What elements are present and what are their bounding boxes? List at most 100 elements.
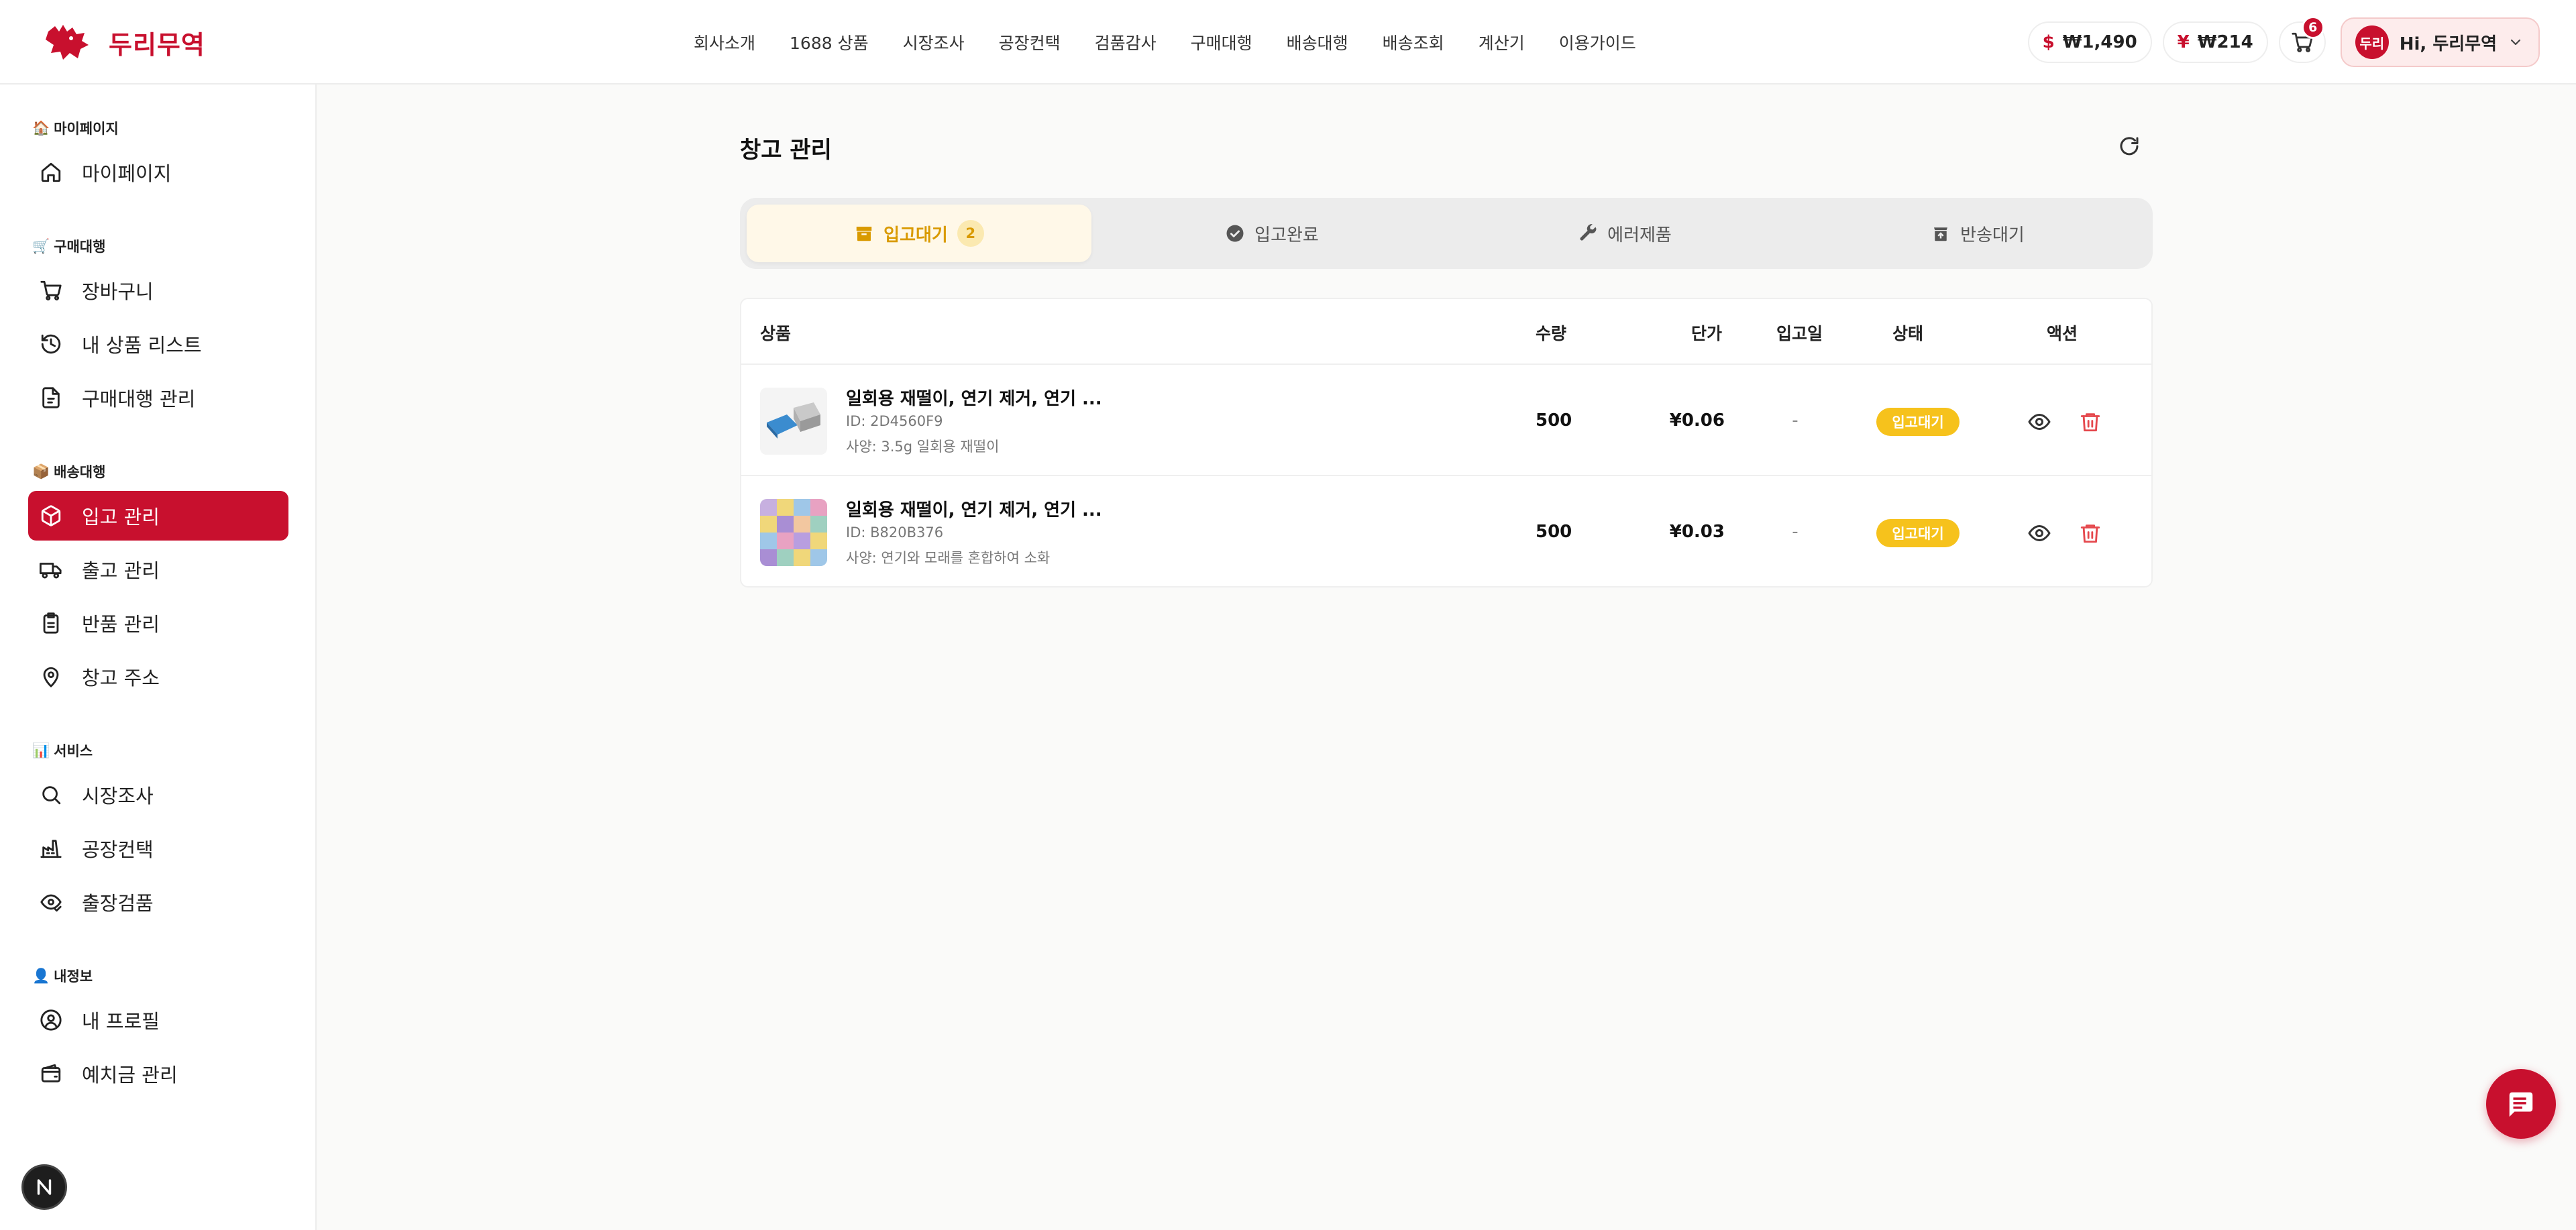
eye-check-icon <box>38 889 64 915</box>
search-icon <box>38 781 64 808</box>
view-button[interactable] <box>2025 408 2053 436</box>
sidebar-item-purchase-manage[interactable]: 구매대행 관리 <box>28 373 288 423</box>
row-divider <box>741 475 2151 476</box>
sidebar-item-outbound[interactable]: 출고 관리 <box>28 545 288 594</box>
tab-pending-inbound[interactable]: 입고대기 2 <box>747 205 1091 262</box>
nav-item-guide[interactable]: 이용가이드 <box>1559 30 1636 54</box>
col-header-action: 액션 <box>2047 324 2078 343</box>
nav-item-purchase-agent[interactable]: 구매대행 <box>1191 30 1252 54</box>
yuan-icon: ¥ <box>2177 32 2190 52</box>
inbound-date-value: - <box>1792 522 1799 542</box>
page-title: 창고 관리 <box>740 137 832 164</box>
delete-button[interactable] <box>2076 519 2104 547</box>
chart-emoji-icon: 📊 <box>32 742 50 759</box>
col-header-price: 단가 <box>1691 324 1723 343</box>
delete-button[interactable] <box>2076 408 2104 436</box>
chevron-down-icon <box>2510 39 2521 46</box>
nav-item-factory-contact[interactable]: 공장컨택 <box>999 30 1061 54</box>
product-name[interactable]: 일회용 재떨이, 연기 제거, 연기 ... <box>846 496 1102 521</box>
wallet-icon <box>38 1060 64 1087</box>
eye-icon <box>2028 414 2051 430</box>
dollar-icon: $ <box>2042 32 2055 52</box>
col-header-product: 상품 <box>760 324 792 343</box>
tab-error-products[interactable]: 에러제품 <box>1452 205 1797 262</box>
product-spec: 사양: 3.5g 일회용 재떨이 <box>846 439 1000 455</box>
wrench-icon <box>1580 224 1597 241</box>
house-emoji-icon: 🏠 <box>32 119 50 136</box>
next-dev-badge[interactable] <box>21 1164 67 1210</box>
nav-item-tracking[interactable]: 배송조회 <box>1383 30 1444 54</box>
sidebar-item-cart[interactable]: 장바구니 <box>28 266 288 315</box>
cart-emoji-icon: 🛒 <box>32 237 50 254</box>
usd-balance: ₩1,490 <box>2062 32 2137 52</box>
nav-item-shipping-agent[interactable]: 배송대행 <box>1287 30 1348 54</box>
brand-name: 두리무역 <box>109 30 205 60</box>
check-circle-icon <box>1226 225 1244 242</box>
history-icon <box>38 331 64 357</box>
user-circle-icon <box>38 1007 64 1033</box>
sidebar-section-mypage: 🏠 마이페이지 <box>32 119 119 137</box>
qty-value: 500 <box>1536 522 1572 542</box>
sidebar-item-returns[interactable]: 반품 관리 <box>28 598 288 648</box>
cny-balance-pill[interactable]: ¥ ₩214 <box>2162 21 2268 63</box>
usd-balance-pill[interactable]: $ ₩1,490 <box>2027 21 2152 63</box>
tab-inbound-complete[interactable]: 입고완료 <box>1099 205 1444 262</box>
sidebar-item-warehouse-address[interactable]: 창고 주소 <box>28 652 288 702</box>
eye-icon <box>2028 525 2051 541</box>
sidebar-section-my-info: 👤 내정보 <box>32 967 93 985</box>
main-nav: 회사소개 1688 상품 시장조사 공장컨택 검품감사 구매대행 배송대행 배송… <box>694 0 1636 85</box>
brand-logo[interactable]: 두리무역 <box>43 17 205 67</box>
sidebar-item-inbound[interactable]: 입고 관리 <box>28 491 288 541</box>
return-box-icon <box>1934 227 1948 241</box>
view-button[interactable] <box>2025 519 2053 547</box>
nav-item-company[interactable]: 회사소개 <box>694 30 755 54</box>
home-icon <box>38 159 64 186</box>
sidebar: 🏠 마이페이지 마이페이지 🛒 구매대행 장바구니 내 상품 리스트 구매대행 … <box>0 85 317 1230</box>
inbound-table: 상품 수량 단가 입고일 상태 액션 일회용 재떨이, 연기 제거, 연기 ..… <box>740 298 2153 588</box>
sidebar-item-market-research[interactable]: 시장조사 <box>28 770 288 820</box>
package-emoji-icon: 📦 <box>32 463 50 480</box>
product-id: ID: 2D4560F9 <box>846 413 943 429</box>
status-tabs: 입고대기 2 입고완료 에러제품 반송대기 <box>740 198 2153 269</box>
sidebar-item-mypage[interactable]: 마이페이지 <box>28 148 288 197</box>
header-actions: $ ₩1,490 ¥ ₩214 6 두리 Hi, 두리무역 <box>2027 16 2540 67</box>
nav-item-inspection[interactable]: 검품감사 <box>1095 30 1157 54</box>
sidebar-item-deposit[interactable]: 예치금 관리 <box>28 1049 288 1099</box>
product-thumbnail[interactable] <box>760 388 827 455</box>
document-icon <box>38 384 64 411</box>
user-greeting: Hi, 두리무역 <box>2399 34 2497 54</box>
factory-icon <box>38 835 64 862</box>
trash-icon <box>2080 524 2100 543</box>
avatar: 두리 <box>2355 25 2389 59</box>
tab-return-pending[interactable]: 반송대기 <box>1805 205 2150 262</box>
sidebar-item-onsite-inspection[interactable]: 출장검품 <box>28 877 288 927</box>
price-value: ¥0.03 <box>1669 522 1725 542</box>
nav-item-1688[interactable]: 1688 상품 <box>790 30 869 54</box>
status-badge: 입고대기 <box>1876 519 1960 547</box>
sidebar-item-my-products[interactable]: 내 상품 리스트 <box>28 319 288 369</box>
col-header-status: 상태 <box>1892 324 1924 343</box>
refresh-icon <box>2120 137 2139 156</box>
product-name[interactable]: 일회용 재떨이, 연기 제거, 연기 ... <box>846 385 1102 410</box>
product-thumbnail[interactable] <box>760 499 827 566</box>
product-spec: 사양: 연기와 모래를 혼합하여 소화 <box>846 550 1051 566</box>
sidebar-section-purchase: 🛒 구매대행 <box>32 237 106 256</box>
nav-item-market-research[interactable]: 시장조사 <box>903 30 965 54</box>
cart-button[interactable]: 6 <box>2278 16 2326 63</box>
ashtray-image <box>760 388 827 455</box>
nav-item-calculator[interactable]: 계산기 <box>1479 30 1525 54</box>
trash-icon <box>2080 413 2100 432</box>
map-pin-icon <box>38 663 64 690</box>
chat-button[interactable] <box>2486 1069 2556 1139</box>
refresh-button[interactable] <box>2114 131 2144 161</box>
status-badge: 입고대기 <box>1876 408 1960 436</box>
cart-count-badge: 6 <box>2301 16 2324 39</box>
col-header-qty: 수량 <box>1536 324 1567 343</box>
col-header-date: 입고일 <box>1776 324 1823 343</box>
sidebar-item-factory-contact[interactable]: 공장컨택 <box>28 824 288 873</box>
sidebar-item-profile[interactable]: 내 프로필 <box>28 995 288 1045</box>
inbound-date-value: - <box>1792 410 1799 431</box>
user-menu-button[interactable]: 두리 Hi, 두리무역 <box>2340 17 2540 67</box>
box-icon <box>856 227 872 241</box>
product-id: ID: B820B376 <box>846 524 944 541</box>
